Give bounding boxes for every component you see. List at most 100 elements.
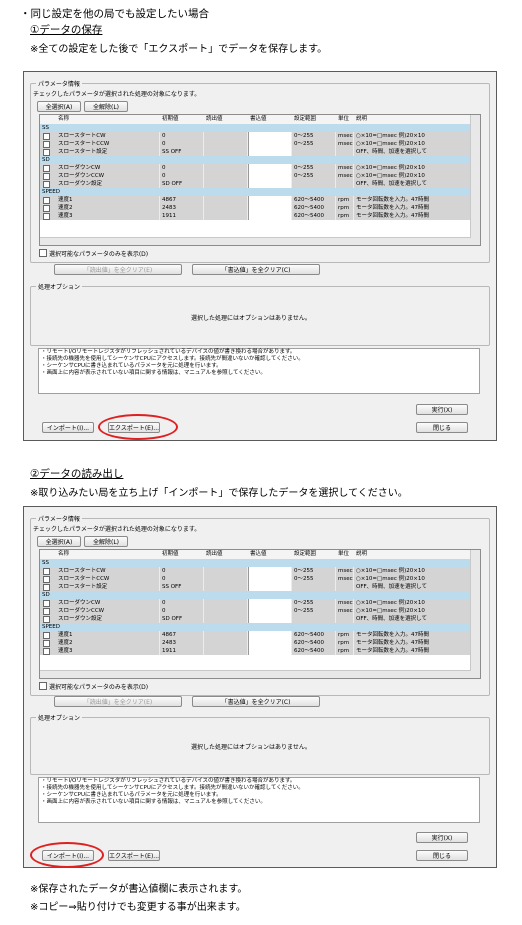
param-info-group-title: パラメータ情報 [36, 514, 82, 523]
table-row[interactable]: スロースタートCCW 0 0～255 msec ○×10=□msec 例)20×… [40, 575, 472, 583]
clear-read-button[interactable]: 「読出値」を全クリア(E) [54, 696, 182, 707]
cell-write[interactable] [248, 180, 292, 188]
clear-write-button[interactable]: 「書込値」を全クリア(C) [192, 264, 320, 275]
row-checkbox[interactable] [43, 197, 50, 204]
deselect-all-button[interactable]: 全解除(L) [84, 101, 128, 112]
table-row[interactable]: スローダウンCW 0 0～255 msec ○×10=□msec 例)20×10 [40, 164, 472, 172]
col-unit-header[interactable]: 単位 [336, 115, 354, 123]
cell-write[interactable] [248, 204, 292, 212]
cell-range [292, 583, 336, 591]
col-range-header[interactable]: 設定範囲 [292, 550, 336, 558]
cell-write[interactable] [248, 567, 292, 575]
category-row-ss: SS [40, 559, 471, 567]
clear-read-button[interactable]: 「読出値」を全クリア(E) [54, 264, 182, 275]
cell-write[interactable] [248, 132, 292, 140]
cell-write[interactable] [248, 148, 292, 156]
cell-desc: ○×10=□msec 例)20×10 [354, 607, 472, 615]
col-name-header[interactable]: 名称 [56, 550, 160, 558]
cell-write[interactable] [248, 631, 292, 639]
row-checkbox[interactable] [43, 640, 50, 647]
row-checkbox[interactable] [43, 213, 50, 220]
table-row[interactable]: スローダウンCCW 0 0～255 msec ○×10=□msec 例)20×1… [40, 607, 472, 615]
row-checkbox[interactable] [43, 173, 50, 180]
select-all-button[interactable]: 全選択(A) [37, 536, 81, 547]
row-checkbox[interactable] [43, 576, 50, 583]
row-checkbox[interactable] [43, 632, 50, 639]
col-name-header[interactable]: 名称 [56, 115, 160, 123]
row-checkbox[interactable] [43, 165, 50, 172]
table-row[interactable]: スロースタート設定 SS OFF OFF、時間、加速を選択して [40, 148, 472, 156]
table-row[interactable]: スロースタートCW 0 0～255 msec ○×10=□msec 例)20×1… [40, 132, 472, 140]
cell-name: 速度1 [56, 631, 160, 639]
col-write-header[interactable]: 書込値 [248, 550, 292, 558]
col-read-header[interactable]: 読出値 [204, 115, 248, 123]
close-button[interactable]: 閉じる [416, 422, 468, 433]
table-row[interactable]: 速度1 4867 620～5400 rpm モータ回転数を入力。47時間 [40, 631, 472, 639]
horizontal-scrollbar[interactable] [40, 670, 471, 678]
table-row[interactable]: スローダウンCW 0 0～255 msec ○×10=□msec 例)20×10 [40, 599, 472, 607]
select-all-button[interactable]: 全選択(A) [37, 101, 81, 112]
show-selectable-checkbox[interactable] [39, 682, 47, 690]
row-checkbox[interactable] [43, 568, 50, 575]
cell-write[interactable] [248, 647, 292, 655]
table-row[interactable]: スローダウン設定 SD OFF OFF、時間、加速を選択して [40, 615, 472, 623]
row-checkbox[interactable] [43, 584, 50, 591]
table-row[interactable]: スローダウン設定 SD OFF OFF、時間、加速を選択して [40, 180, 472, 188]
vertical-scrollbar[interactable] [470, 115, 480, 245]
cell-read [204, 599, 248, 607]
row-checkbox[interactable] [43, 608, 50, 615]
table-row[interactable]: スロースタート設定 SS OFF OFF、時間、加速を選択して [40, 583, 472, 591]
col-initial-header[interactable]: 初期値 [160, 550, 204, 558]
row-checkbox[interactable] [43, 141, 50, 148]
cell-write[interactable] [248, 212, 292, 220]
category-row-sd: SD [40, 591, 471, 599]
execute-button[interactable]: 実行(X) [416, 404, 468, 415]
cell-write[interactable] [248, 607, 292, 615]
table-row[interactable]: 速度3 1911 620～5400 rpm モータ回転数を入力。47時間 [40, 212, 472, 220]
show-selectable-checkbox[interactable] [39, 249, 47, 257]
deselect-all-button[interactable]: 全解除(L) [84, 536, 128, 547]
cell-write[interactable] [248, 164, 292, 172]
table-row[interactable]: スロースタートCCW 0 0～255 msec ○×10=□msec 例)20×… [40, 140, 472, 148]
export-button[interactable]: エクスポート(E)... [108, 850, 160, 861]
col-desc-header[interactable]: 説明 [354, 115, 472, 123]
vertical-scrollbar[interactable] [470, 550, 480, 678]
clear-write-button[interactable]: 「書込値」を全クリア(C) [192, 696, 320, 707]
cell-write[interactable] [248, 172, 292, 180]
col-unit-header[interactable]: 単位 [336, 550, 354, 558]
col-read-header[interactable]: 読出値 [204, 550, 248, 558]
col-write-header[interactable]: 書込値 [248, 115, 292, 123]
col-initial-header[interactable]: 初期値 [160, 115, 204, 123]
cell-write[interactable] [248, 615, 292, 623]
close-button[interactable]: 閉じる [416, 850, 468, 861]
col-range-header[interactable]: 設定範囲 [292, 115, 336, 123]
show-selectable-label: 選択可能なパラメータのみを表示(D) [49, 684, 149, 691]
row-checkbox[interactable] [43, 133, 50, 140]
table-row[interactable]: 速度3 1911 620～5400 rpm モータ回転数を入力。47時間 [40, 647, 472, 655]
cell-read [204, 196, 248, 204]
row-checkbox[interactable] [43, 600, 50, 607]
cell-name: スローダウンCW [56, 599, 160, 607]
cell-write[interactable] [248, 639, 292, 647]
cell-write[interactable] [248, 196, 292, 204]
horizontal-scrollbar[interactable] [40, 237, 471, 245]
row-checkbox[interactable] [43, 205, 50, 212]
import-button[interactable]: インポート(I)... [42, 422, 94, 433]
row-checkbox[interactable] [43, 181, 50, 188]
col-desc-header[interactable]: 説明 [354, 550, 472, 558]
table-row[interactable]: 速度1 4867 620～5400 rpm モータ回転数を入力。47時間 [40, 196, 472, 204]
execute-button[interactable]: 実行(X) [416, 832, 468, 843]
cell-write[interactable] [248, 140, 292, 148]
table-row[interactable]: 速度2 2483 620～5400 rpm モータ回転数を入力。47時間 [40, 204, 472, 212]
cell-write[interactable] [248, 583, 292, 591]
cell-write[interactable] [248, 575, 292, 583]
info-line: ・リモートI/Oリモートレジスタがリフレッシュされているデバイスの値が書き換わる… [41, 349, 296, 355]
cell-initial: 0 [160, 599, 204, 607]
table-row[interactable]: スロースタートCW 0 0～255 msec ○×10=□msec 例)20×1… [40, 567, 472, 575]
row-checkbox[interactable] [43, 616, 50, 623]
row-checkbox[interactable] [43, 149, 50, 156]
table-row[interactable]: スローダウンCCW 0 0～255 msec ○×10=□msec 例)20×1… [40, 172, 472, 180]
cell-write[interactable] [248, 599, 292, 607]
table-row[interactable]: 速度2 2483 620～5400 rpm モータ回転数を入力。47時間 [40, 639, 472, 647]
row-checkbox[interactable] [43, 648, 50, 655]
